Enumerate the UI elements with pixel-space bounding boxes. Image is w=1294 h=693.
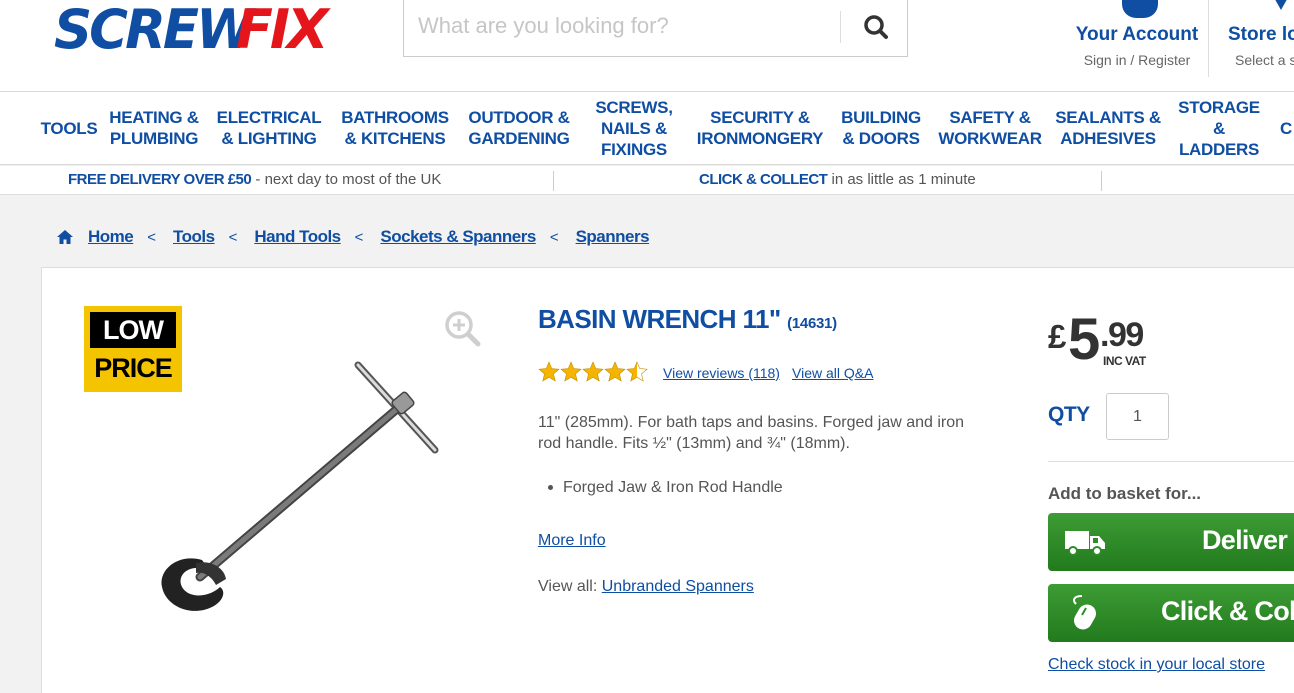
product-title: BASIN WRENCH 11" (14631): [538, 304, 837, 335]
buy-box-divider: [1048, 461, 1294, 462]
delivery-truck-icon: [1065, 531, 1105, 556]
nav-item-sealants-adhesives[interactable]: SEALANTS & ADHESIVES: [1054, 92, 1162, 164]
store-title: Store locator: [1228, 24, 1294, 45]
price-vat-label: INC VAT: [1103, 354, 1146, 368]
breadcrumb-separator: <: [147, 228, 156, 246]
nav-item-electrical-lighting[interactable]: ELECTRICAL & LIGHTING: [212, 92, 326, 164]
breadcrumb-spanners[interactable]: Spanners: [576, 227, 650, 247]
site-header: SCREW FIX Your Account Sign in / Registe…: [0, 0, 1294, 91]
deliver-button[interactable]: Deliver: [1048, 513, 1294, 571]
logo-text-fix: FIX: [236, 0, 329, 61]
click-collect-text: in as little as 1 minute: [827, 171, 976, 188]
price-pence: .99: [1100, 316, 1144, 354]
nav-item-screws-nails-fixings[interactable]: SCREWS, NAILS & FIXINGS: [590, 92, 678, 164]
breadcrumb-tools[interactable]: Tools: [173, 227, 215, 247]
feature-text: Forged Jaw & Iron Rod Handle: [563, 479, 783, 496]
qty-label: QTY: [1048, 403, 1090, 426]
nav-item-security-ironmongery[interactable]: SECURITY & IRONMONGERY: [697, 92, 824, 164]
more-info-link[interactable]: More Info: [538, 532, 606, 550]
promo-divider: [1101, 171, 1102, 191]
rating-stars[interactable]: [538, 361, 650, 383]
bullet-dot: [548, 485, 553, 491]
category-nav: TOOLS HEATING & PLUMBING ELECTRICAL & LI…: [0, 91, 1294, 165]
breadcrumb-home[interactable]: Home: [88, 227, 134, 247]
product-price: £ 5 .99 INC VAT: [1048, 307, 1168, 372]
nav-item-heating-plumbing[interactable]: HEATING & PLUMBING: [108, 92, 200, 164]
breadcrumb-separator: <: [549, 228, 559, 246]
nav-item-bathrooms-kitchens[interactable]: BATHROOMS & KITCHENS: [336, 92, 454, 164]
nav-item-tools[interactable]: TOOLS: [38, 92, 100, 164]
screwfix-logo[interactable]: SCREW FIX: [54, 0, 344, 62]
breadcrumb-sockets-spanners[interactable]: Sockets & Spanners: [380, 227, 536, 247]
store-locator-link[interactable]: Store locator Select a store: [1214, 0, 1294, 80]
store-sub: Select a store: [1235, 52, 1294, 68]
search-button[interactable]: [852, 8, 900, 46]
account-link[interactable]: Your Account Sign in / Register: [1072, 0, 1202, 80]
nav-item-storage-ladders[interactable]: STORAGE & LADDERS: [1172, 92, 1266, 164]
product-name: BASIN WRENCH 11": [538, 304, 781, 334]
free-delivery-text: - next day to most of the UK: [251, 171, 442, 188]
check-stock-link[interactable]: Check stock in your local store: [1048, 656, 1265, 674]
promo-bar: FREE DELIVERY OVER £50 - next day to mos…: [0, 166, 1294, 195]
add-to-basket-label: Add to basket for...: [1048, 484, 1202, 503]
unbranded-spanners-link[interactable]: Unbranded Spanners: [602, 578, 754, 595]
search-input[interactable]: [418, 10, 828, 42]
account-title: Your Account: [1075, 24, 1199, 45]
store-pin-icon: [1275, 0, 1287, 10]
nav-item-safety-workwear[interactable]: SAFETY & WORKWEAR: [938, 92, 1042, 164]
zoom-in-icon[interactable]: [442, 308, 482, 348]
deliver-button-label: Deliver: [1202, 525, 1288, 555]
view-all-label: View all:: [538, 578, 602, 595]
feature-bullet: Forged Jaw & Iron Rod Handle: [548, 479, 783, 497]
click-collect-promo[interactable]: CLICK & COLLECT in as little as 1 minute: [699, 171, 976, 188]
free-delivery-promo[interactable]: FREE DELIVERY OVER £50 - next day to mos…: [68, 171, 441, 188]
click-collect-button[interactable]: Click & Collect: [1048, 584, 1294, 642]
click-collect-bold: CLICK & COLLECT: [699, 171, 828, 188]
price-currency: £: [1048, 318, 1066, 355]
nav-item-cut-off[interactable]: C: [1280, 92, 1294, 164]
price-whole: 5: [1068, 307, 1100, 372]
view-all: View all: Unbranded Spanners: [538, 578, 754, 596]
search-box: [403, 0, 908, 57]
search-divider: [840, 11, 841, 43]
mouse-icon: [1073, 595, 1096, 630]
nav-item-building-doors[interactable]: BUILDING & DOORS: [834, 92, 928, 164]
logo-text-screw: SCREW: [54, 0, 254, 61]
quantity-input[interactable]: [1106, 393, 1169, 440]
breadcrumb-separator: <: [354, 228, 364, 246]
view-qa-link[interactable]: View all Q&A: [792, 365, 873, 381]
nav-item-outdoor-gardening[interactable]: OUTDOOR & GARDENING: [466, 92, 572, 164]
view-reviews-link[interactable]: View reviews (118): [663, 365, 780, 381]
account-signin-register[interactable]: Sign in / Register: [1072, 52, 1202, 68]
product-image-basin-wrench[interactable]: [150, 355, 450, 620]
home-icon[interactable]: [56, 229, 74, 245]
account-icon: [1122, 0, 1158, 18]
badge-line-1: LOW: [90, 312, 176, 348]
search-icon: [864, 15, 888, 39]
product-description: 11" (285mm). For bath taps and basins. F…: [538, 414, 965, 452]
click-collect-button-label: Click & Collect: [1161, 596, 1294, 626]
breadcrumb-separator: <: [228, 228, 238, 246]
breadcrumb: Home < Tools < Hand Tools < Sockets & Sp…: [56, 226, 650, 248]
free-delivery-bold: FREE DELIVERY OVER £50: [68, 171, 252, 188]
breadcrumb-hand-tools[interactable]: Hand Tools: [254, 227, 341, 247]
promo-divider: [553, 171, 554, 191]
product-code: (14631): [787, 315, 837, 332]
header-divider: [1208, 0, 1209, 77]
